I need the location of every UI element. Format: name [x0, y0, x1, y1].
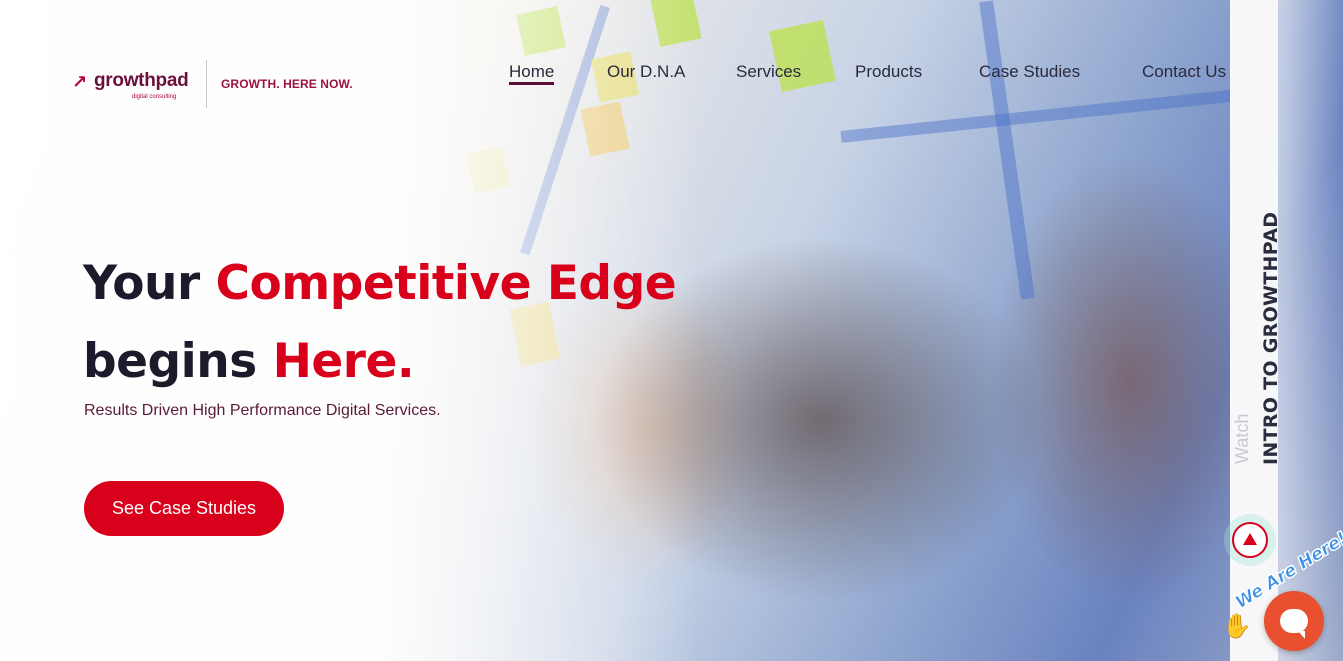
logo-wordmark: growthpad [94, 70, 189, 91]
chat-bubble-icon [1280, 609, 1308, 639]
wave-hand-icon: ✋ [1222, 612, 1252, 640]
play-icon [1243, 533, 1257, 545]
headline-text: Your [83, 256, 216, 311]
hero-headline: Your Competitive Edge begins Here. [83, 245, 677, 401]
brand-tagline: GROWTH. HERE NOW. [221, 77, 353, 91]
nav-item-our-dna[interactable]: Our D.N.A [607, 62, 685, 82]
nav-item-services[interactable]: Services [736, 62, 801, 82]
hero-subheadline: Results Driven High Performance Digital … [84, 402, 441, 419]
headline-highlight: Here. [272, 334, 415, 389]
headline-highlight: Competitive Edge [215, 256, 677, 311]
watch-label: Watch [1230, 400, 1260, 466]
intro-title-text: INTRO TO GROWTHPAD [1260, 211, 1282, 465]
open-chat-button[interactable] [1264, 591, 1324, 651]
site-logo[interactable]: ↗ growthpad digital consulting [72, 68, 192, 104]
ceiling-beam [979, 0, 1035, 300]
logo-divider [206, 60, 207, 108]
intro-video-title[interactable]: INTRO TO GROWTHPAD [1260, 190, 1290, 470]
ceiling-beam [840, 89, 1240, 143]
headline-text: begins [83, 334, 273, 389]
logo-subtitle: digital consulting [132, 94, 177, 100]
nav-item-home[interactable]: Home [509, 62, 555, 85]
play-button-ring [1224, 514, 1276, 566]
watch-text: Watch [1232, 413, 1252, 464]
nav-item-products[interactable]: Products [855, 62, 922, 82]
play-video-button[interactable] [1232, 522, 1268, 558]
nav-item-case-studies[interactable]: Case Studies [979, 62, 1080, 82]
logo-mark-icon: ↗ [72, 72, 88, 93]
nav-item-contact-us[interactable]: Contact Us [1142, 62, 1226, 82]
see-case-studies-button[interactable]: See Case Studies [84, 481, 284, 536]
